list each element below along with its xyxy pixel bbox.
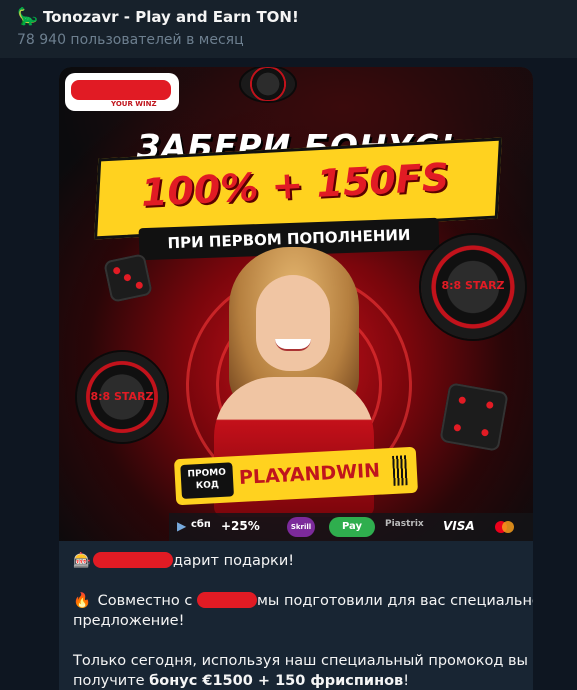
post-text: 🎰 дарит подарки! 🔥 Совместно с мы подгото…: [59, 541, 533, 690]
casino-chip: [241, 67, 295, 101]
bonus-bold-text: бонус €1500 + 150 фриспинов: [149, 673, 404, 689]
channel-title: Tonozavr - Play and Earn TON!: [43, 8, 299, 26]
casino-chip: 8:8 STARZ: [421, 235, 525, 339]
sbp-icon: ▶: [177, 519, 187, 533]
logo-redaction: [71, 80, 171, 100]
dice-icon: [103, 253, 153, 303]
mastercard-icon-overlap: [502, 521, 514, 533]
promo-banner-image[interactable]: YOUR WINZ ЗАБЕРИ БОНУС! 100% + 150FS ПРИ…: [59, 67, 533, 541]
skrill-logo: Skrill: [287, 517, 315, 537]
barcode-icon: [392, 455, 408, 486]
post-line-5: получите бонус €1500 + 150 фриспинов!: [73, 673, 410, 689]
logo-text: YOUR WINZ: [111, 100, 157, 108]
channel-post[interactable]: YOUR WINZ ЗАБЕРИ БОНУС! 100% + 150FS ПРИ…: [59, 67, 533, 690]
gpay-logo: Pay: [329, 517, 375, 537]
channel-subscribers: 78 940 пользователей в месяц: [17, 32, 244, 48]
dice-icon: [439, 382, 509, 452]
post-line-1: 🎰 дарит подарки!: [73, 552, 295, 569]
promo-code: PLAYANDWIN: [238, 459, 381, 489]
sbp-bonus: +25%: [221, 519, 260, 533]
slot-machine-icon: 🎰: [73, 553, 92, 569]
post-line-4: Только сегодня, используя наш специальны…: [73, 653, 528, 669]
payment-methods-bar: ▶ сбп +25% Skrill Pay Piastrix VISA: [169, 513, 533, 541]
sbp-label: сбп: [191, 519, 211, 530]
promo-label-box: ПРОМО КОД: [180, 462, 234, 499]
dinosaur-icon: 🦕: [17, 7, 39, 27]
visa-logo: VISA: [443, 519, 475, 533]
chip-label: 8:8 STARZ: [90, 389, 154, 403]
brand-logo: YOUR WINZ: [65, 73, 179, 111]
post-line-2: 🔥 Совместно с мы подготовили для вас спе…: [73, 592, 533, 609]
promo-label: ПРОМО КОД: [187, 467, 227, 492]
piastrix-logo: Piastrix: [385, 519, 424, 529]
redacted-name: [93, 552, 173, 568]
chip-label: 8:8 STARZ: [441, 278, 505, 292]
casino-chip: 8:8 STARZ: [77, 352, 167, 442]
fire-icon: 🔥: [73, 593, 92, 609]
redacted-name: [196, 592, 257, 608]
post-line-3: предложение!: [73, 613, 185, 629]
channel-header[interactable]: 🦕 Tonozavr - Play and Earn TON! 78 940 п…: [0, 0, 577, 59]
